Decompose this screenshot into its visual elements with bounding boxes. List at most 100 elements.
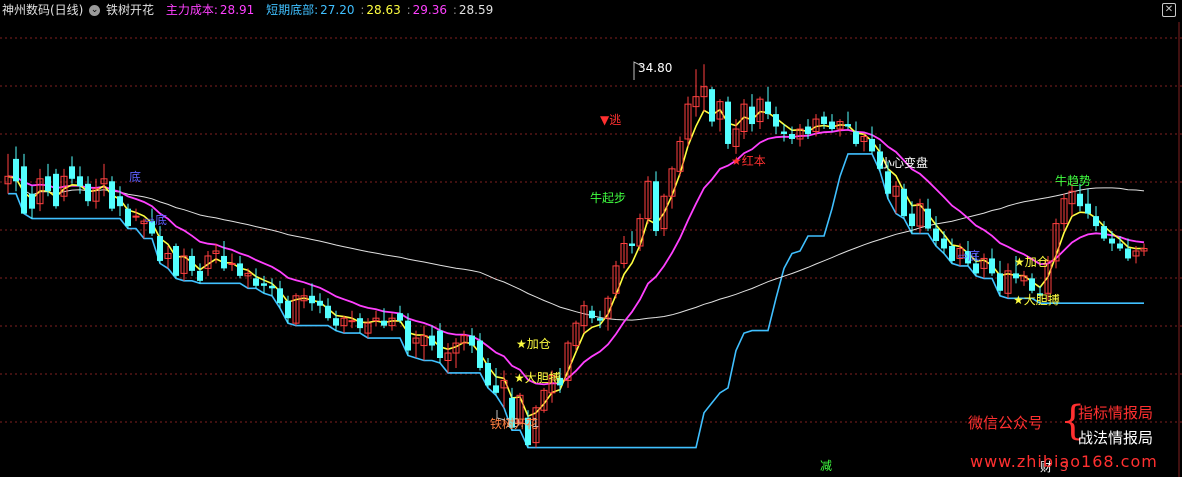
- candle-down: [13, 158, 19, 182]
- item-main-cost-value: 28.91: [219, 3, 255, 17]
- candle-down: [45, 176, 51, 192]
- candle-up: [132, 215, 140, 218]
- candle-down: [781, 131, 787, 134]
- candle-down: [197, 270, 203, 281]
- candle-down: [269, 285, 275, 289]
- item-mid-value: 29.36: [412, 3, 447, 17]
- candle-down: [869, 138, 875, 152]
- candle-down: [69, 166, 75, 179]
- candle-down: [309, 295, 315, 304]
- item-short-bottom-value: 27.20: [320, 3, 355, 17]
- candle-down: [765, 101, 771, 115]
- candle-down: [1117, 243, 1123, 249]
- candle-down: [469, 335, 475, 346]
- watermark-account-prefix: 微信公众号: [968, 414, 1044, 432]
- watermark-line1: 指标情报局: [1078, 404, 1154, 422]
- item-sep-3: :: [452, 3, 457, 17]
- candle-down: [901, 188, 907, 217]
- candle-down: [1125, 248, 1131, 259]
- candle-down: [117, 196, 123, 207]
- candle-down: [333, 318, 339, 326]
- candle-down: [597, 318, 603, 321]
- candle-down: [925, 208, 931, 229]
- candle-down: [173, 246, 179, 276]
- candle-down: [485, 362, 491, 386]
- candle-down: [885, 171, 891, 194]
- candle-down: [253, 278, 259, 286]
- candle-down: [829, 121, 835, 130]
- candle-down: [789, 134, 795, 139]
- watermark: 微信公众号 { 指标情报局 战法情报局 www.zhibiao168.com: [968, 399, 1178, 474]
- item-short-bottom-label: 短期底部:: [266, 3, 319, 17]
- indicator-header: 神州数码(日线) ⌄ 铁树开花 主力成本: 28.91 短期底部: 27.20 :2…: [0, 0, 1182, 20]
- chart-window: 34.80 ▼逃 ★红本 牛起步 小心变盘 牛趋势底 ⇨底 ⇨底 ★加仓 ★大胆搏 ★加仓 ★大胆搏 1…: [0, 0, 1182, 477]
- candle-down: [381, 320, 387, 326]
- candle-down: [277, 288, 283, 304]
- item-sep-2: :: [406, 3, 411, 17]
- candle-down: [749, 106, 755, 125]
- stock-title[interactable]: 神州数码(日线): [2, 3, 83, 17]
- candle-up: [348, 320, 356, 323]
- candle-down: [1093, 216, 1099, 227]
- candle-down: [29, 193, 35, 209]
- watermark-url: www.zhibiao168.com: [970, 452, 1158, 471]
- annotation-signal: ★大胆搏: [1013, 293, 1060, 307]
- item-long-value: 28.59: [458, 3, 494, 17]
- candle-down: [973, 263, 979, 274]
- indicator-name[interactable]: 铁树开花: [106, 3, 154, 17]
- candle-down: [1013, 273, 1019, 279]
- candle-up: [228, 262, 236, 265]
- candle-down: [397, 313, 403, 321]
- candle-down: [709, 89, 715, 122]
- candle-down: [189, 255, 195, 271]
- candle-down: [845, 124, 851, 127]
- settings-icon[interactable]: ⌄: [89, 5, 101, 16]
- annotation-signal: ▼逃: [600, 113, 621, 127]
- candle-down: [1101, 226, 1107, 239]
- candle-down: [629, 243, 635, 246]
- annotation-signal: 牛趋势: [1055, 173, 1091, 188]
- candle-down: [357, 318, 363, 329]
- candle-down: [933, 228, 939, 242]
- candle-down: [157, 236, 163, 261]
- candle-down: [1085, 203, 1091, 214]
- candle-down: [85, 183, 91, 202]
- watermark-line2: 战法情报局: [1078, 429, 1154, 447]
- annotation-signal: ★加仓: [516, 337, 551, 351]
- annotation-signal: ⇨底: [958, 248, 980, 263]
- candle-down: [1077, 193, 1083, 207]
- item-main-cost-label: 主力成本:: [165, 3, 218, 17]
- candle-down: [285, 300, 291, 319]
- candle-down: [589, 310, 595, 319]
- candle-down: [997, 273, 1003, 291]
- candle-down: [821, 116, 827, 125]
- candle-down: [317, 300, 323, 306]
- candle-down: [325, 305, 331, 319]
- annotation-signal: 底: [129, 169, 141, 184]
- candle-down: [493, 385, 499, 393]
- item-sep-1: :: [360, 3, 365, 17]
- candle-down: [429, 335, 435, 346]
- candle-down: [405, 320, 411, 351]
- annotation-signal: ★红本: [731, 153, 766, 168]
- candle-down: [1029, 278, 1035, 291]
- annotation-signal: 小心变盘: [880, 155, 928, 170]
- annotation-signal: ★加仓: [1014, 255, 1049, 269]
- candle-down: [949, 246, 955, 261]
- candle-down: [653, 181, 659, 232]
- candle-down: [805, 126, 811, 134]
- candle-down: [125, 208, 131, 227]
- candle-down: [237, 263, 243, 276]
- candle-down: [109, 181, 115, 209]
- candle-down: [53, 173, 59, 207]
- candle-down: [941, 238, 947, 249]
- candle-down: [477, 340, 483, 368]
- annotation-marker: 减: [820, 459, 832, 473]
- candle-down: [1109, 238, 1115, 244]
- item-trend-value: 28.63: [366, 3, 401, 17]
- annotation-signal: ★大胆搏: [514, 371, 561, 385]
- candle-down: [989, 258, 995, 274]
- annotation-signal: ⇨底: [145, 212, 167, 227]
- candle-down: [21, 166, 27, 214]
- close-icon[interactable]: ✕: [1162, 3, 1176, 17]
